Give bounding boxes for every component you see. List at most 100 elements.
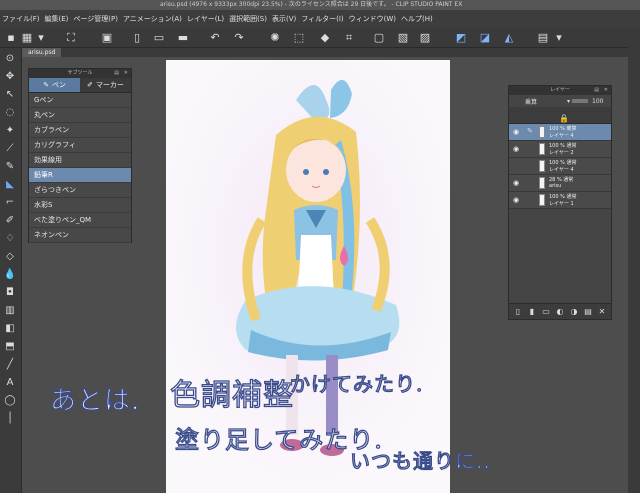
blend-mode-select[interactable]: 乗算: [525, 97, 537, 106]
lasso-icon[interactable]: ◌: [3, 106, 17, 120]
menu-file[interactable]: ファイル(F): [2, 14, 40, 24]
chevron-down-icon[interactable]: ▾: [34, 31, 48, 45]
layer-panel: レイヤー ▤ ✕ 乗算 ▾ 100 🔒 ◉ ✎ 100 % 乗算 レイヤー 4 …: [508, 85, 612, 320]
window-title: arisu.psd (4976 x 9333px 300dpi 23.5%) -…: [0, 0, 640, 10]
menu-view[interactable]: 表示(V): [272, 14, 296, 24]
perspective-icon[interactable]: ◭: [502, 31, 516, 45]
sub-tool-item[interactable]: カリグラフィ: [29, 138, 131, 153]
fill-icon[interactable]: ◘: [3, 286, 17, 300]
new-icon[interactable]: ▪: [4, 31, 18, 45]
blend-icon[interactable]: 💧: [3, 268, 17, 282]
layer-row[interactable]: 100 % 通常 レイヤー 4: [509, 158, 611, 175]
mask-icon[interactable]: ◐: [555, 306, 565, 317]
tab-document[interactable]: arisu.psd: [22, 48, 62, 57]
merge-icon[interactable]: ▤: [583, 306, 593, 317]
eraser-icon[interactable]: ◆: [318, 31, 332, 45]
pen-icon[interactable]: ✎: [3, 160, 17, 174]
save-icon[interactable]: ▬: [176, 31, 190, 45]
chevron-down-icon[interactable]: ▾: [567, 98, 570, 105]
close-icon[interactable]: ✕: [124, 69, 128, 78]
redo-icon[interactable]: ↷: [232, 31, 246, 45]
sub-tool-item-selected[interactable]: 鉛筆R: [29, 168, 131, 183]
zoom-icon[interactable]: ⊙: [3, 52, 17, 66]
layer-row[interactable]: ◉ 100 % 通常 レイヤー 2: [509, 141, 611, 158]
menu-page[interactable]: ページ管理(P): [73, 14, 118, 24]
balloon-icon[interactable]: ◯: [3, 394, 17, 408]
panel-menu-icon[interactable]: ▤: [594, 86, 599, 95]
ruler-icon[interactable]: ◩: [454, 31, 468, 45]
grid-icon[interactable]: ▦: [20, 31, 34, 45]
sub-tool-item[interactable]: 水彩S: [29, 198, 131, 213]
eyedropper-icon[interactable]: ⟋: [3, 142, 17, 156]
chevron-down-icon[interactable]: ▾: [552, 31, 566, 45]
sub-tool-item[interactable]: 丸ペン: [29, 108, 131, 123]
sub-tool-item[interactable]: ざらつきペン: [29, 183, 131, 198]
sub-tool-item[interactable]: カブラペン: [29, 123, 131, 138]
menu-layer[interactable]: レイヤー(L): [187, 14, 224, 24]
new-layer-icon[interactable]: ▯: [513, 306, 523, 317]
menu-edit[interactable]: 編集(E): [45, 14, 69, 24]
right-scroll-panel[interactable]: [628, 28, 640, 493]
menu-filter[interactable]: フィルター(I): [301, 14, 343, 24]
select-tool-icon[interactable]: ▢: [372, 31, 386, 45]
brush-icon[interactable]: ⌐: [3, 196, 17, 210]
screen-icon[interactable]: ▣: [100, 31, 114, 45]
trash-icon[interactable]: ✕: [597, 306, 607, 317]
workspace-icon[interactable]: ▤: [536, 31, 550, 45]
lock-icon[interactable]: 🔒: [559, 114, 569, 123]
layer-row[interactable]: ◉ 100 % 通常 レイヤー 1: [509, 192, 611, 209]
gradient-icon[interactable]: ▥: [3, 304, 17, 318]
layer-thumbnail: [539, 143, 545, 155]
tab-marker[interactable]: ✐ マーカー: [80, 78, 131, 92]
sub-tool-item[interactable]: ネオンペン: [29, 228, 131, 243]
new-vector-icon[interactable]: ▮: [527, 306, 537, 317]
pencil-icon[interactable]: ◣: [3, 178, 17, 192]
new-file-icon[interactable]: ▯: [130, 31, 144, 45]
snap-icon[interactable]: ◪: [478, 31, 492, 45]
deselect-icon[interactable]: ▧: [396, 31, 410, 45]
frame-icon[interactable]: ⬒: [3, 340, 17, 354]
layer-name: レイヤー 1: [549, 201, 574, 207]
sub-tool-item[interactable]: Gペン: [29, 93, 131, 108]
menu-help[interactable]: ヘルプ(H): [401, 14, 433, 24]
text-icon[interactable]: A: [3, 376, 17, 390]
layer-row[interactable]: ◉ ✎ 100 % 乗算 レイヤー 4: [509, 124, 611, 141]
layer-mode: 28 % 通常: [549, 177, 574, 183]
sub-tool-item[interactable]: べた塗りペン_QM: [29, 213, 131, 228]
panel-menu-icon[interactable]: ▤: [114, 69, 119, 78]
decoration-icon[interactable]: ♢: [3, 232, 17, 246]
sparkle-icon[interactable]: ✺: [268, 31, 282, 45]
move-icon[interactable]: ✥: [3, 70, 17, 84]
blend-mode-row: 乗算 ▾ 100: [509, 95, 611, 107]
tab-pen[interactable]: ✎ ペン: [29, 78, 80, 92]
operation-icon[interactable]: ↖: [3, 88, 17, 102]
menu-animation[interactable]: アニメーション(A): [123, 14, 182, 24]
eraser-tool-icon[interactable]: ◇: [3, 250, 17, 264]
undo-icon[interactable]: ↶: [208, 31, 222, 45]
transform-icon[interactable]: ⬚: [292, 31, 306, 45]
layer-tool-row: 🔒: [509, 107, 611, 124]
ruler-tool-icon[interactable]: ╱: [3, 358, 17, 372]
eye-icon[interactable]: ◉: [513, 179, 519, 187]
fit-icon[interactable]: ⛶: [64, 31, 78, 45]
menu-selection[interactable]: 選択範囲(S): [229, 14, 267, 24]
folder-icon[interactable]: ▭: [541, 306, 551, 317]
open-folder-icon[interactable]: ▭: [152, 31, 166, 45]
layer-row[interactable]: ◉ 28 % 通常 arisu: [509, 175, 611, 192]
opacity-value[interactable]: 100: [592, 98, 603, 105]
opacity-slider[interactable]: [572, 99, 589, 103]
sub-tool-item[interactable]: 効果線用: [29, 153, 131, 168]
close-icon[interactable]: ✕: [604, 86, 608, 95]
marker-icon: ✐: [87, 81, 93, 89]
eye-icon[interactable]: ◉: [513, 196, 519, 204]
invert-icon[interactable]: ▨: [418, 31, 432, 45]
eye-icon[interactable]: ◉: [513, 128, 519, 136]
crop-icon[interactable]: ⌗: [342, 31, 356, 45]
eye-icon[interactable]: ◉: [513, 145, 519, 153]
apply-mask-icon[interactable]: ◑: [569, 306, 579, 317]
figure-icon[interactable]: ◧: [3, 322, 17, 336]
menu-window[interactable]: ウィンドウ(W): [349, 14, 396, 24]
line-icon[interactable]: │: [3, 412, 17, 426]
magic-wand-icon[interactable]: ✦: [3, 124, 17, 138]
airbrush-icon[interactable]: ✐: [3, 214, 17, 228]
